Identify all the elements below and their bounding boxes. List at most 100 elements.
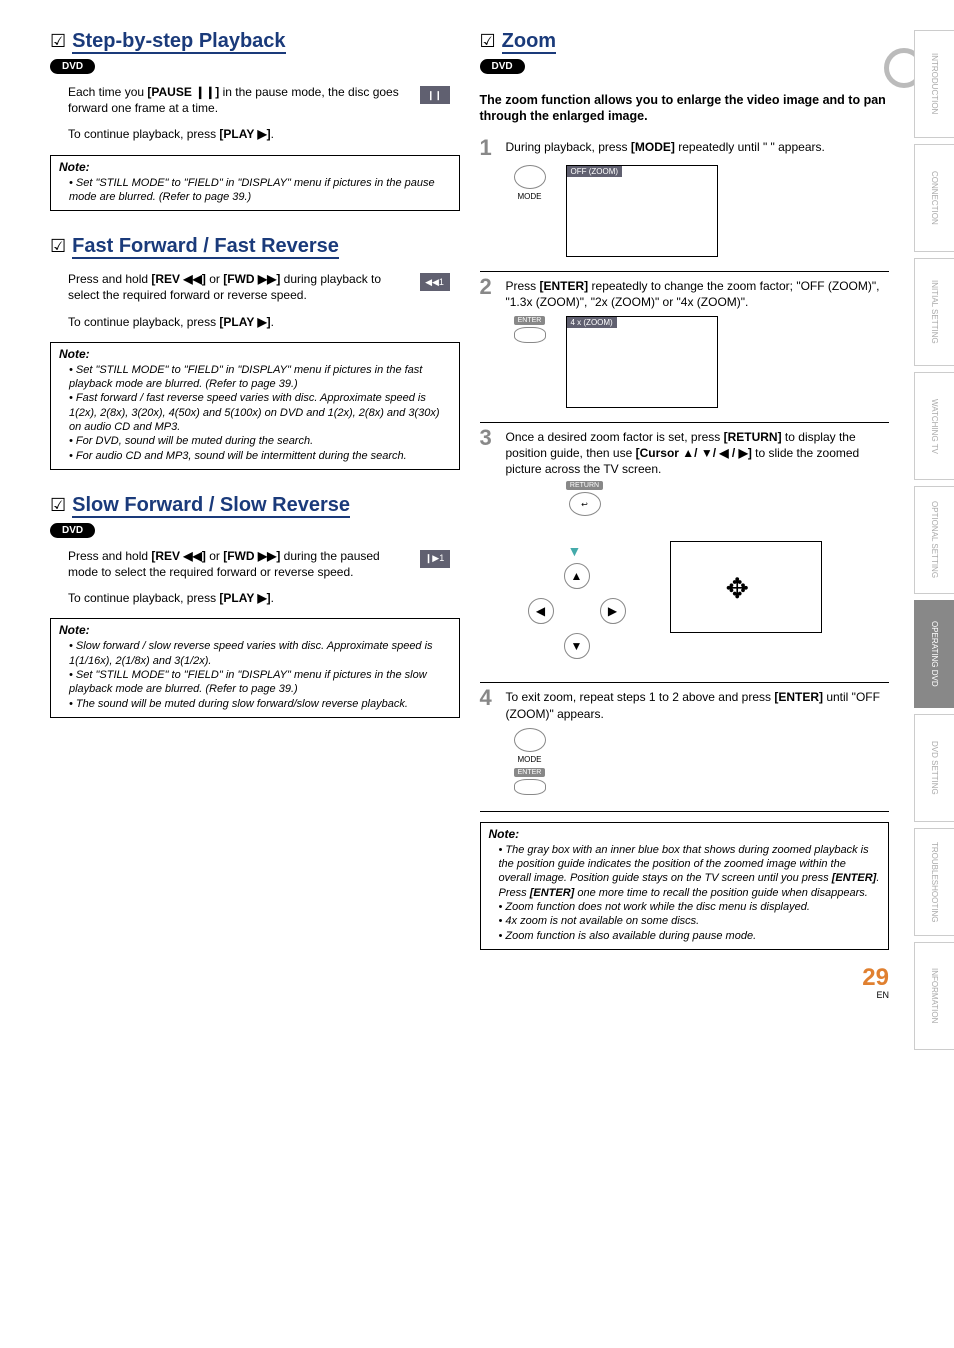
up-arrow-icon: ▼ — [568, 543, 582, 559]
tab-introduction: INTRODUCTION — [914, 30, 954, 138]
step-number-3: 3 — [480, 427, 498, 478]
tab-troubleshooting: TROUBLESHOOTING — [914, 828, 954, 936]
section-title-zoom: Zoom — [502, 30, 556, 54]
note-item: The gray box with an inner blue box that… — [499, 843, 881, 900]
section-title-fast: Fast Forward / Fast Reverse — [72, 235, 339, 259]
left-column: ☑ Step-by-step Playback DVD ❙❙ Each time… — [50, 30, 460, 954]
separator — [480, 682, 890, 683]
step-playback-para1: Each time you [PAUSE ❙❙] in the pause mo… — [68, 84, 450, 116]
step1-text: During playback, press [MODE] repeatedly… — [506, 137, 890, 159]
zoom-intro: The zoom function allows you to enlarge … — [480, 92, 890, 125]
note-item: 4x zoom is not available on some discs. — [499, 914, 881, 928]
text: . — [271, 127, 274, 141]
separator — [480, 271, 890, 272]
note-title: Note: — [489, 827, 881, 841]
dvd-pill: DVD — [480, 59, 525, 74]
text: Once a desired zoom factor is set, press — [506, 430, 724, 444]
text: During playback, press — [506, 140, 631, 154]
text: one more time to recall the position gui… — [574, 887, 868, 899]
text: To exit zoom, repeat steps 1 to 2 above … — [506, 690, 775, 704]
note-title: Note: — [59, 347, 451, 361]
enter-remote-icon: ENTER — [514, 768, 546, 797]
separator — [480, 811, 890, 812]
text: repeatedly until " " appears. — [675, 140, 825, 154]
step2-text: Press [ENTER] repeatedly to change the z… — [506, 276, 890, 310]
enter-ref: [ENTER] — [530, 887, 575, 899]
mode-remote-icon: MODE — [514, 728, 546, 764]
fwd-button-ref: [FWD ▶▶] — [223, 549, 280, 563]
note-item: Zoom function is also available during p… — [499, 929, 881, 943]
tv-thumb-off-zoom: OFF (ZOOM) — [566, 165, 718, 257]
rev-button-ref: [REV ◀◀] — [151, 272, 205, 286]
tab-connection: CONNECTION — [914, 144, 954, 252]
note-item: For audio CD and MP3, sound will be inte… — [69, 449, 451, 463]
note-item: Slow forward / slow reverse speed varies… — [69, 639, 451, 668]
note-item: Set "STILL MODE" to "FIELD" in "DISPLAY"… — [69, 668, 451, 697]
text: Press — [506, 279, 540, 293]
note-box-slow: Note: Slow forward / slow reverse speed … — [50, 618, 460, 717]
checkbox-icon: ☑ — [50, 236, 66, 257]
tab-dvd-setting: DVD SETTING — [914, 714, 954, 822]
return-remote-icon: RETURN ↩ — [520, 481, 650, 518]
fwd-button-ref: [FWD ▶▶] — [223, 272, 280, 286]
note-item: Set "STILL MODE" to "FIELD" in "DISPLAY"… — [69, 176, 451, 205]
right-button-icon: ▶ — [600, 598, 626, 624]
note-item: The sound will be muted during slow forw… — [69, 697, 451, 711]
enter-label: ENTER — [514, 316, 546, 325]
play-button-ref: [PLAY ▶] — [219, 591, 270, 605]
step3-text: Once a desired zoom factor is set, press… — [506, 427, 890, 478]
tv-thumb-4x-zoom: 4 x (ZOOM) — [566, 316, 718, 408]
note-title: Note: — [59, 160, 451, 174]
play-button-ref: [PLAY ▶] — [219, 315, 270, 329]
dvd-pill: DVD — [50, 523, 95, 538]
note-item: Fast forward / fast reverse speed varies… — [69, 391, 451, 434]
text: To continue playback, press — [68, 315, 219, 329]
up-button-icon: ▲ — [564, 563, 590, 589]
page-footer: 29 EN — [50, 964, 929, 1000]
text: or — [206, 272, 223, 286]
section-title-step-playback: Step-by-step Playback — [72, 30, 285, 54]
pause-osd-icon: ❙❙ — [420, 86, 450, 104]
checkbox-icon: ☑ — [480, 31, 496, 52]
mode-button-ref: [MODE] — [631, 140, 675, 154]
note-item: Set "STILL MODE" to "FIELD" in "DISPLAY"… — [69, 363, 451, 392]
separator — [480, 422, 890, 423]
osd-tag: 4 x (ZOOM) — [567, 317, 617, 328]
page-lang: EN — [50, 990, 889, 1000]
rev-osd-icon: ◀◀1 — [420, 273, 450, 291]
checkbox-icon: ☑ — [50, 495, 66, 516]
tab-operating-dvd: OPERATING DVD — [914, 600, 954, 708]
fast-para1: Press and hold [REV ◀◀] or [FWD ▶▶] duri… — [68, 271, 450, 303]
note-box-fast: Note: Set "STILL MODE" to "FIELD" in "DI… — [50, 342, 460, 470]
pause-button-ref: [PAUSE ❙❙] — [147, 85, 219, 99]
slow-para1: Press and hold [REV ◀◀] or [FWD ▶▶] duri… — [68, 548, 450, 580]
step4-text: To exit zoom, repeat steps 1 to 2 above … — [506, 687, 890, 721]
step-number-4: 4 — [480, 687, 498, 721]
left-button-icon: ◀ — [528, 598, 554, 624]
down-button-icon: ▼ — [564, 633, 590, 659]
tab-watching-tv: WATCHING TV — [914, 372, 954, 480]
return-button-ref: [RETURN] — [724, 430, 782, 444]
text: or — [206, 549, 223, 563]
tv-thumb-pan: ✥ — [670, 541, 822, 633]
text: . — [271, 315, 274, 329]
text: To continue playback, press — [68, 127, 219, 141]
cursor-pad-icon: ▼ ▲ ◀ ▶ ▼ — [510, 528, 650, 668]
note-box-step-playback: Note: Set "STILL MODE" to "FIELD" in "DI… — [50, 155, 460, 212]
mode-label: MODE — [518, 755, 542, 764]
note-title: Note: — [59, 623, 451, 637]
text: . — [271, 591, 274, 605]
dvd-pill: DVD — [50, 59, 95, 74]
step-playback-continue: To continue playback, press [PLAY ▶]. — [68, 126, 450, 142]
enter-label: ENTER — [514, 768, 546, 777]
step-number-1: 1 — [480, 137, 498, 159]
checkbox-icon: ☑ — [50, 31, 66, 52]
fast-continue: To continue playback, press [PLAY ▶]. — [68, 314, 450, 330]
side-tabs: INTRODUCTION CONNECTION INITIAL SETTING … — [914, 30, 954, 1050]
cursor-button-ref: [Cursor ▲/ ▼/ ◀ / ▶] — [636, 446, 752, 460]
text: The gray box with an inner blue box that… — [499, 844, 869, 885]
section-title-slow: Slow Forward / Slow Reverse — [72, 494, 350, 518]
play-button-ref: [PLAY ▶] — [219, 127, 270, 141]
osd-tag: OFF (ZOOM) — [567, 166, 623, 177]
text: Each time you — [68, 85, 147, 99]
